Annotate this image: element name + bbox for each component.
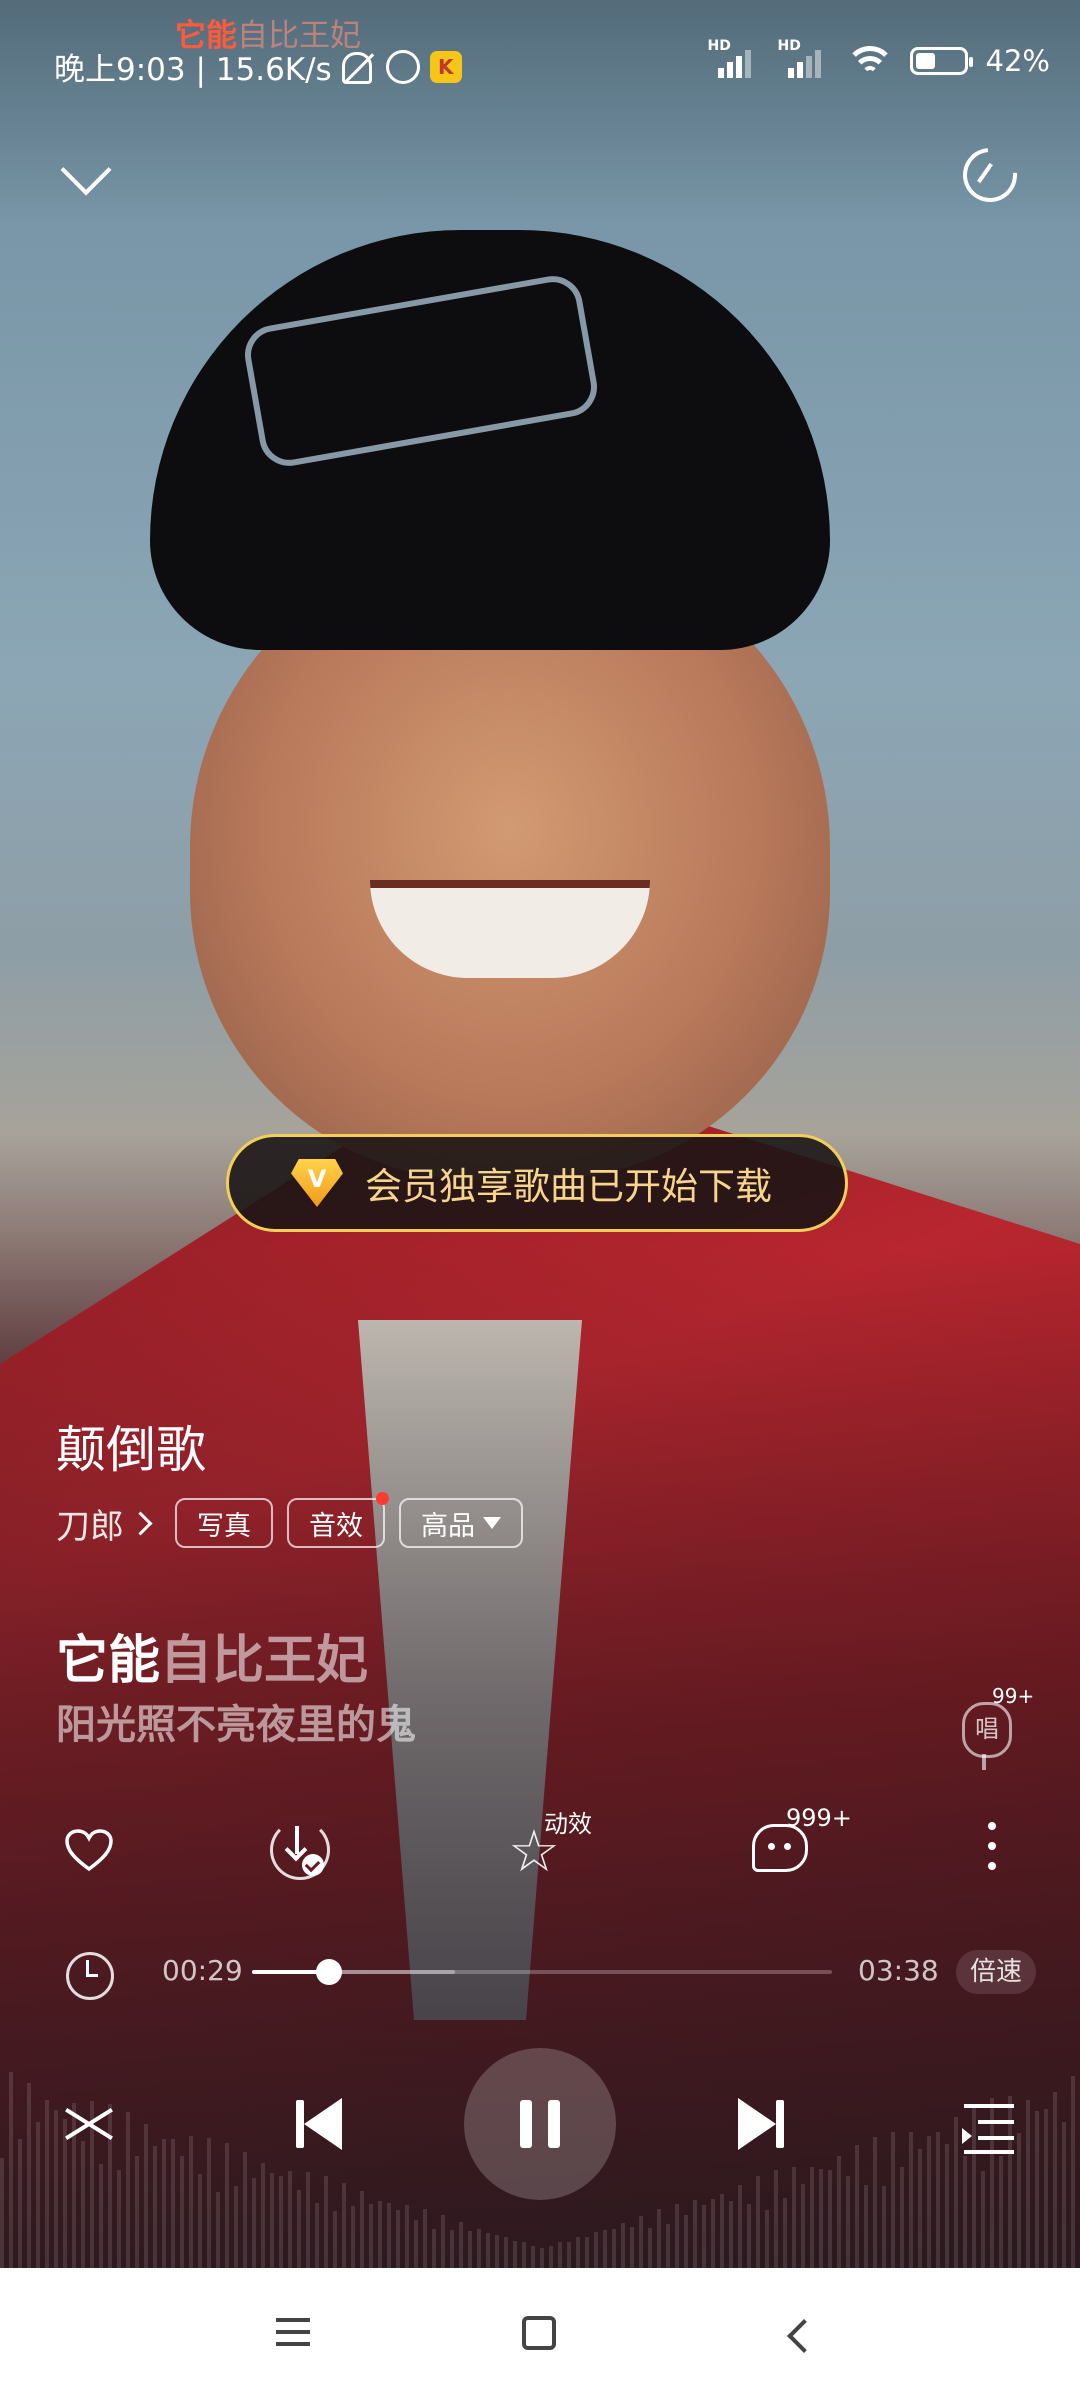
sing-count-badge: 99+ [992, 1684, 1035, 1708]
menu-icon [276, 2318, 310, 2322]
pause-button[interactable] [464, 2048, 616, 2200]
playlist-play-marker [962, 2128, 972, 2144]
lyric-sung: 它能 [56, 1631, 161, 1691]
download-arrow [295, 1826, 299, 1854]
tag-sound-effect-label: 音效 [309, 1510, 363, 1542]
more-options-button[interactable] [952, 1808, 1032, 1888]
artist-link[interactable]: 刀郎 [56, 1499, 161, 1548]
elapsed-time: 00:29 [162, 1954, 243, 1987]
next-icon-bar [776, 2100, 784, 2148]
effects-badge: 动效 [544, 1810, 592, 1838]
status-left: 晚上9:03 | 15.6K/s K [54, 44, 462, 89]
tag-sound-effect[interactable]: 音效 [287, 1492, 389, 1548]
status-bar: 它能自比王妃 晚上9:03 | 15.6K/s K HD HD 42% [0, 0, 1080, 120]
battery-icon [909, 47, 973, 75]
alarm-icon [385, 49, 420, 84]
lyric-unsung: 自比王妃 [160, 1631, 369, 1691]
next-button[interactable] [728, 2094, 788, 2154]
song-title: 颠倒歌 [56, 1421, 206, 1479]
tag-photo[interactable]: 写真 [175, 1498, 273, 1548]
playlist-icon-line [978, 2120, 1014, 2124]
vip-diamond-letter: V [307, 1165, 327, 1193]
playlist-icon [964, 2104, 1014, 2108]
signal-1-icon: HD [708, 38, 760, 78]
tag-photo-label: 写真 [197, 1510, 251, 1542]
microphone-icon: 唱 [962, 1702, 1012, 1758]
menu-icon-line [276, 2342, 310, 2346]
artist-name: 刀郎 [56, 1506, 124, 1547]
lyric-next-line[interactable]: 阳光照不亮夜里的鬼 [56, 1692, 416, 1750]
clock-hand-minute [86, 1974, 98, 1977]
notification-dot [376, 1492, 389, 1505]
tag-quality[interactable]: 高品 [399, 1498, 523, 1548]
wifi-icon [847, 44, 892, 78]
battery-fill [915, 53, 935, 69]
pause-icon [520, 2100, 532, 2148]
share-button[interactable] [951, 136, 1029, 214]
signal-2-icon: HD [778, 38, 830, 78]
shuffle-button[interactable] [56, 2090, 126, 2160]
menu-icon-line [276, 2330, 310, 2334]
previous-icon [304, 2098, 342, 2150]
player-screen: 它能自比王妃 晚上9:03 | 15.6K/s K HD HD 42% V 会员… [0, 0, 1080, 2400]
more-vertical-icon [988, 1822, 996, 1830]
share-icon [951, 136, 1029, 214]
lyric-current-line[interactable]: 它能自比王妃 [56, 1618, 368, 1693]
sleep-timer-button[interactable] [62, 1944, 122, 2004]
mute-bell-icon [341, 50, 376, 84]
heart-icon [65, 1829, 113, 1872]
download-toast: V 会员独享歌曲已开始下载 [226, 1134, 848, 1232]
playlist-icon-line [978, 2136, 1014, 2140]
download-button[interactable] [258, 1808, 338, 1888]
previous-icon-bar [296, 2100, 304, 2148]
status-time-speed: 晚上9:03 | 15.6K/s [54, 52, 332, 88]
karaoke-app-icon: K [429, 50, 462, 83]
dropdown-triangle-icon [483, 1517, 501, 1529]
seek-bar-thumb[interactable] [316, 1959, 343, 1985]
download-check-badge [302, 1854, 324, 1876]
nav-back-button[interactable] [782, 2318, 812, 2348]
total-time: 03:38 [858, 1954, 939, 1987]
comments-count-badge: 999+ [786, 1804, 852, 1832]
song-meta-row: 刀郎 写真 音效 高品 [56, 1492, 523, 1550]
seek-bar[interactable] [252, 1959, 832, 1985]
nav-home-button[interactable] [522, 2316, 556, 2350]
comments-button[interactable]: 999+ [742, 1804, 852, 1888]
playlist-button[interactable] [956, 2090, 1026, 2160]
nav-menu-button[interactable] [276, 2318, 316, 2350]
next-icon [738, 2098, 776, 2150]
toast-message: 会员独享歌曲已开始下载 [365, 1165, 772, 1208]
battery-percent: 42% [985, 44, 1050, 78]
status-right: HD HD 42% [708, 38, 1050, 78]
tag-quality-label: 高品 [421, 1510, 475, 1542]
microphone-stand [982, 1754, 986, 1770]
vip-diamond-icon: V [291, 1159, 343, 1207]
playlist-icon-line [964, 2150, 1014, 2154]
collapse-player-button[interactable] [54, 140, 124, 210]
pause-icon-bar [548, 2100, 560, 2148]
previous-button[interactable] [292, 2094, 352, 2154]
chevron-right-icon [128, 1510, 153, 1536]
sing-button[interactable]: 唱 99+ [950, 1684, 1034, 1778]
playback-speed-button[interactable]: 倍速 [956, 1950, 1036, 1994]
effects-button[interactable]: ☆ 动效 [500, 1808, 592, 1888]
like-button[interactable] [50, 1808, 130, 1888]
